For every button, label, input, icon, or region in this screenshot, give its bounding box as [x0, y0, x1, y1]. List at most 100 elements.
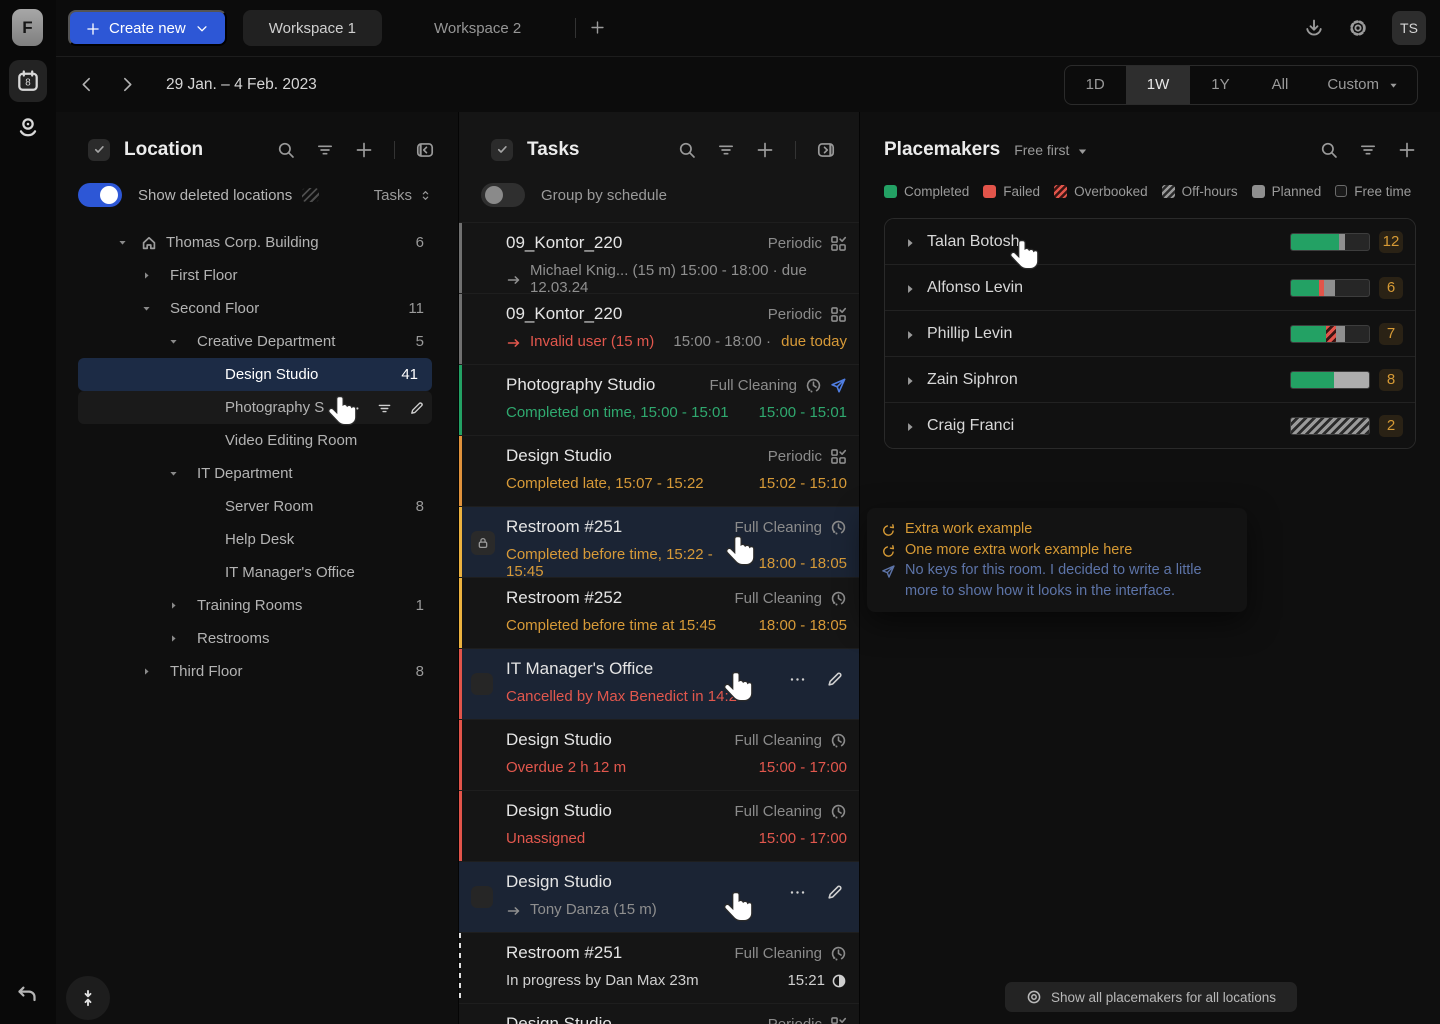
- search-icon: [678, 141, 696, 159]
- filter-icon[interactable]: [316, 141, 334, 159]
- task-row[interactable]: Restroom #251Full CleaningIn progress by…: [459, 933, 859, 1004]
- tasks-select-all-checkbox[interactable]: [491, 139, 513, 161]
- location-tree-item[interactable]: IT Department: [56, 457, 458, 490]
- edit-button[interactable]: [409, 399, 424, 416]
- task-row[interactable]: Design StudioFull CleaningOverdue 2 h 12…: [459, 720, 859, 791]
- more-options-button[interactable]: [789, 671, 806, 689]
- chevron-down-icon[interactable]: [165, 466, 181, 482]
- avatar[interactable]: TS: [1392, 11, 1426, 45]
- location-tree-item[interactable]: Photography S: [56, 391, 458, 424]
- edit-button[interactable]: [826, 671, 843, 689]
- task-checkbox[interactable]: [471, 673, 493, 695]
- chevron-down-icon[interactable]: [138, 301, 154, 317]
- location-tree-item[interactable]: Video Editing Room: [56, 424, 458, 457]
- chevron-right-icon: [168, 633, 179, 644]
- range-option-all[interactable]: All: [1251, 66, 1310, 104]
- location-tree-item[interactable]: Help Desk: [56, 523, 458, 556]
- location-tree-item[interactable]: Training Rooms1: [56, 589, 458, 622]
- location-tree-item[interactable]: Thomas Corp. Building6: [56, 226, 458, 259]
- tab-workspace-2[interactable]: Workspace 2: [408, 10, 547, 46]
- location-tree-item[interactable]: Design Studio41: [56, 358, 458, 391]
- task-row[interactable]: Design StudioFull CleaningUnassigned15:0…: [459, 791, 859, 862]
- chevron-right-icon[interactable]: [903, 373, 917, 387]
- chevron-right-icon[interactable]: [165, 598, 181, 614]
- add-workspace-button[interactable]: [590, 19, 605, 37]
- expand-panel-icon[interactable]: [817, 141, 835, 159]
- placemaker-row[interactable]: Phillip Levin7: [885, 310, 1415, 356]
- task-checkbox[interactable]: [471, 886, 493, 908]
- group-by-schedule-toggle[interactable]: [481, 183, 525, 207]
- chevron-down-icon[interactable]: [114, 235, 130, 251]
- search-icon[interactable]: [1320, 141, 1338, 159]
- download-button[interactable]: [1304, 18, 1324, 38]
- task-row[interactable]: Photography StudioFull CleaningCompleted…: [459, 365, 859, 436]
- chevron-right-icon[interactable]: [138, 268, 154, 284]
- chevron-right-icon[interactable]: [138, 664, 154, 680]
- task-row[interactable]: Design StudioPeriodicCompleted late, 15:…: [459, 436, 859, 507]
- show-all-placemakers-button[interactable]: Show all placemakers for all locations: [1005, 982, 1297, 1012]
- task-row[interactable]: IT Manager's OfficeCancelled by Max Bene…: [459, 649, 859, 720]
- location-tree-item[interactable]: Restrooms: [56, 622, 458, 655]
- more-options-button[interactable]: [345, 399, 360, 416]
- filter-button[interactable]: [377, 399, 392, 416]
- chevron-right-icon[interactable]: [903, 235, 917, 249]
- location-tree-item[interactable]: IT Manager's Office: [56, 556, 458, 589]
- legend-swatch: [1335, 185, 1347, 197]
- location-tree-item[interactable]: First Floor: [56, 259, 458, 292]
- chevron-down-icon[interactable]: [165, 334, 181, 350]
- placemakers-sort-dropdown[interactable]: Free first: [1014, 142, 1089, 158]
- location-select-all-checkbox[interactable]: [88, 139, 110, 161]
- create-new-button[interactable]: Create new: [68, 10, 227, 46]
- show-deleted-toggle[interactable]: [78, 183, 122, 207]
- send-icon: [830, 377, 847, 394]
- task-row[interactable]: 09_Kontor_220PeriodicInvalid user (15 m)…: [459, 294, 859, 365]
- location-tree-item[interactable]: Creative Department5: [56, 325, 458, 358]
- undo-icon: [15, 985, 39, 1002]
- add-placemaker-button[interactable]: [1398, 141, 1416, 159]
- task-status-text: Completed late, 15:07 - 15:22: [506, 475, 704, 492]
- rail-placemakers-button[interactable]: [9, 106, 47, 148]
- chevron-right-icon[interactable]: [165, 631, 181, 647]
- task-row[interactable]: Design StudioTony Danza (15 m): [459, 862, 859, 933]
- range-custom-button[interactable]: Custom: [1309, 76, 1417, 93]
- location-tree-item[interactable]: Second Floor11: [56, 292, 458, 325]
- prev-period-button[interactable]: [78, 76, 95, 94]
- placemaker-row[interactable]: Alfonso Levin6: [885, 264, 1415, 310]
- undo-button[interactable]: [15, 982, 39, 1006]
- collapse-panel-icon[interactable]: [416, 141, 434, 159]
- filter-icon[interactable]: [717, 141, 735, 159]
- range-option-1w[interactable]: 1W: [1126, 66, 1191, 104]
- task-row[interactable]: Restroom #251Full CleaningCompleted befo…: [459, 507, 859, 578]
- location-panel-title: Location: [124, 139, 203, 161]
- add-task-button[interactable]: [756, 141, 774, 159]
- placemaker-row[interactable]: Zain Siphron8: [885, 356, 1415, 402]
- add-location-button[interactable]: [355, 141, 373, 159]
- chevron-right-icon[interactable]: [903, 281, 917, 295]
- search-icon[interactable]: [678, 141, 696, 159]
- task-row[interactable]: 09_Kontor_220PeriodicMichael Knig... (15…: [459, 223, 859, 294]
- filter-icon[interactable]: [1359, 141, 1377, 159]
- edit-button[interactable]: [826, 884, 843, 902]
- location-label: Help Desk: [225, 531, 294, 548]
- chevron-right-icon[interactable]: [903, 327, 917, 341]
- periodic-schedule-icon: [830, 235, 847, 252]
- search-icon[interactable]: [277, 141, 295, 159]
- range-option-1d[interactable]: 1D: [1065, 66, 1126, 104]
- collapseV-icon: [78, 988, 98, 1008]
- range-option-1y[interactable]: 1Y: [1190, 66, 1250, 104]
- location-tree-item[interactable]: Third Floor8: [56, 655, 458, 688]
- settings-gear-button[interactable]: [1348, 18, 1368, 38]
- location-sort-control[interactable]: Tasks: [374, 187, 432, 204]
- task-row[interactable]: Restroom #252Full CleaningCompleted befo…: [459, 578, 859, 649]
- tab-workspace-1[interactable]: Workspace 1: [243, 10, 382, 46]
- location-tree-item[interactable]: Server Room8: [56, 490, 458, 523]
- rail-calendar-button[interactable]: 8: [9, 60, 47, 102]
- collapse-all-button[interactable]: [66, 976, 110, 1020]
- placemaker-row[interactable]: Craig Franci2: [885, 402, 1415, 448]
- task-row[interactable]: Design StudioPeriodic: [459, 1004, 859, 1024]
- more-options-button[interactable]: [789, 884, 806, 902]
- chevron-right-icon[interactable]: [903, 419, 917, 433]
- next-period-button[interactable]: [119, 76, 136, 94]
- app-logo[interactable]: F: [12, 9, 43, 46]
- placemaker-row[interactable]: Talan Botosh12: [885, 219, 1415, 264]
